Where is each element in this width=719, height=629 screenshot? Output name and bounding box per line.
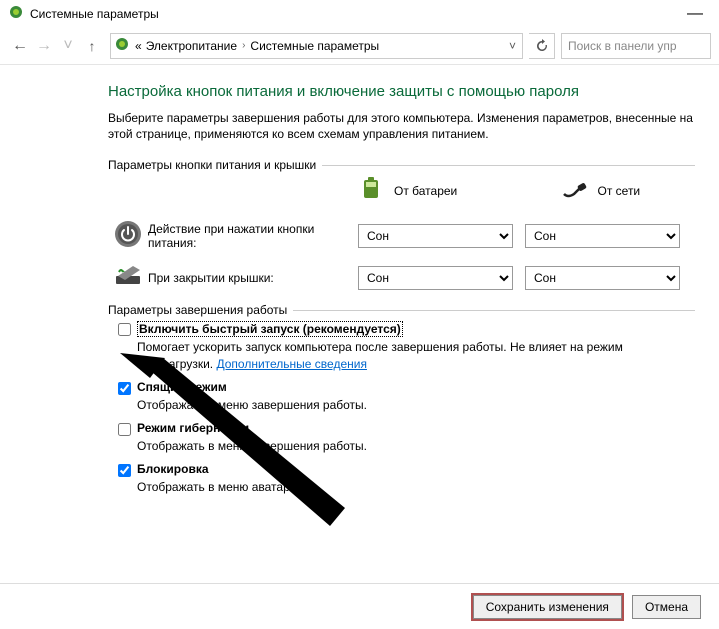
hibernate-checkbox[interactable] [118,423,131,436]
col-battery-label: От батареи [394,184,457,198]
lid-battery-select[interactable]: Сон [358,266,513,290]
power-button-battery-select[interactable]: Сон [358,224,513,248]
save-button[interactable]: Сохранить изменения [473,595,622,619]
fast-startup-checkbox[interactable] [118,323,131,336]
hibernate-desc: Отображать в меню завершения работы. [137,438,695,454]
sleep-desc: Отображать в меню завершения работы. [137,397,695,413]
page-intro: Выберите параметры завершения работы для… [108,110,695,142]
recent-dropdown[interactable]: ˅ [56,34,80,58]
address-dropdown[interactable]: ˅ [503,39,522,53]
hibernate-label: Режим гибернации [137,421,249,435]
back-button[interactable]: ← [8,34,32,58]
section-power-buttons-title: Параметры кнопки питания и крышки [108,158,322,172]
window-title: Системные параметры [30,7,159,21]
plug-icon [562,176,588,205]
fast-startup-label: Включить быстрый запуск (рекомендуется) [137,321,403,337]
power-button-icon [113,219,143,252]
lock-desc: Отображать в меню аватара. [137,479,695,495]
search-placeholder: Поиск в панели упр [568,39,677,53]
search-input[interactable]: Поиск в панели упр [561,33,711,59]
more-info-link[interactable]: Дополнительные сведения [216,357,366,371]
app-icon [8,4,24,23]
minimize-button[interactable]: — [679,5,711,23]
battery-icon [358,176,384,205]
chevron-right-icon: › [239,40,248,51]
cancel-button[interactable]: Отмена [632,595,701,619]
breadcrumb-seg2[interactable]: Системные параметры [248,39,381,53]
lock-label: Блокировка [137,462,209,476]
up-button[interactable]: ↑ [80,34,104,58]
section-shutdown-title: Параметры завершения работы [108,303,293,317]
col-ac-label: От сети [598,184,641,198]
page-title: Настройка кнопок питания и включение защ… [108,83,695,100]
breadcrumb-drive[interactable]: « [133,39,144,53]
lock-checkbox[interactable] [118,464,131,477]
refresh-button[interactable] [529,33,555,59]
sleep-label: Спящий режим [137,380,227,394]
power-button-ac-select[interactable]: Сон [525,224,680,248]
fast-startup-desc: Помогает ускорить запуск компьютера посл… [137,339,695,371]
lid-close-label: При закрытии крышки: [148,271,358,285]
lid-ac-select[interactable]: Сон [525,266,680,290]
power-button-action-label: Действие при нажатии кнопки питания: [148,222,358,250]
forward-button[interactable]: → [32,34,56,58]
address-bar[interactable]: « Электропитание › Системные параметры ˅ [110,33,523,59]
drive-icon [115,36,133,55]
lid-icon [113,264,143,291]
sleep-checkbox[interactable] [118,382,131,395]
breadcrumb-seg1[interactable]: Электропитание [144,39,239,53]
